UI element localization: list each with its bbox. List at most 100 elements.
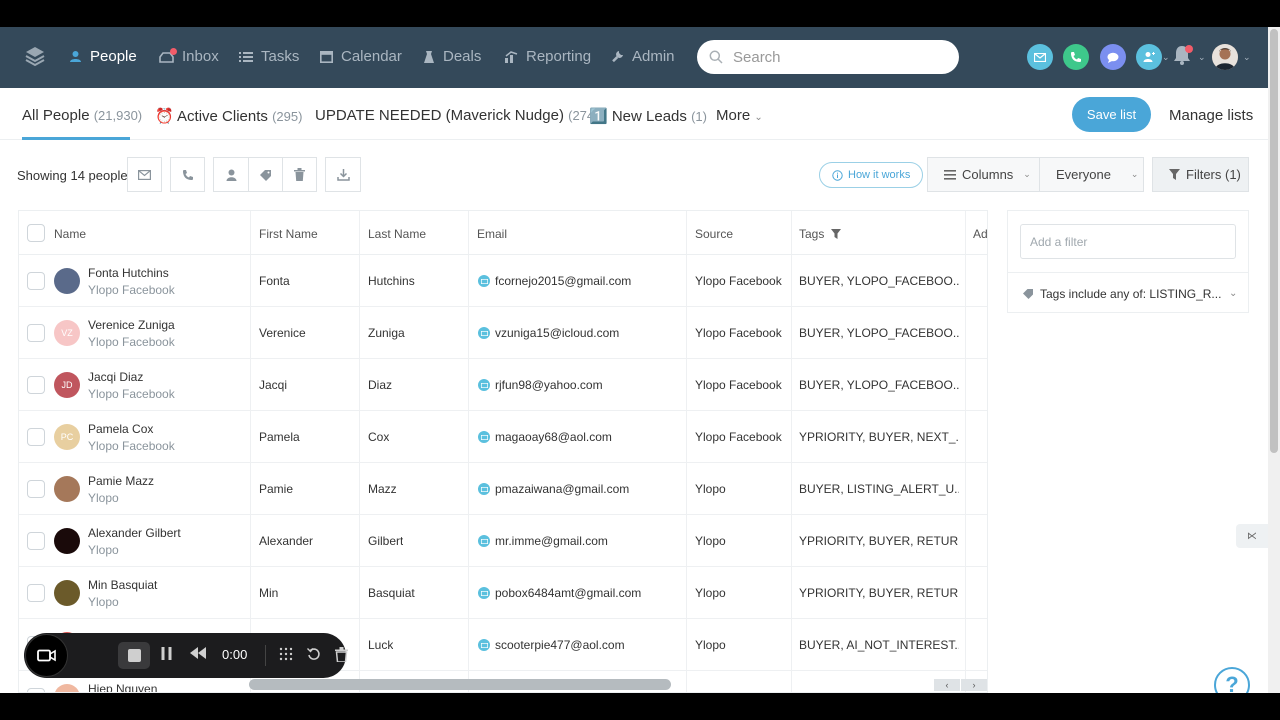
vertical-scrollbar[interactable]	[1268, 27, 1280, 693]
table-row[interactable]: VZ Verenice Zuniga Ylopo Facebook Verenice Z…	[19, 307, 987, 359]
email-cell[interactable]: vzuniga15@icloud.com	[495, 326, 619, 340]
header-name[interactable]: Name	[54, 227, 86, 241]
nav-people[interactable]: People	[69, 48, 137, 65]
manage-lists-link[interactable]: Manage lists	[1169, 107, 1253, 124]
select-all-checkbox[interactable]	[27, 224, 45, 242]
table-row[interactable]: Fonta Hutchins Ylopo Facebook Fonta Hutchin…	[19, 255, 987, 307]
email-action-button[interactable]	[1027, 44, 1053, 70]
row-checkbox[interactable]	[27, 272, 45, 290]
call-action-button[interactable]	[1063, 44, 1089, 70]
person-name[interactable]: Verenice Zuniga	[88, 318, 175, 332]
email-icon[interactable]	[478, 639, 490, 651]
bulk-email-button[interactable]	[127, 157, 162, 192]
chevron-down-icon[interactable]: ⌄	[1229, 288, 1237, 299]
email-cell[interactable]: fcornejo2015@gmail.com	[495, 274, 631, 288]
side-widget-tab[interactable]: ⋉	[1236, 524, 1268, 548]
person-name[interactable]: Jacqi Diaz	[88, 370, 143, 384]
assign-button[interactable]	[213, 157, 249, 192]
row-checkbox[interactable]	[27, 428, 45, 446]
email-icon[interactable]	[478, 431, 490, 443]
person-name[interactable]: Hiep Nguyen	[88, 682, 157, 692]
app-logo-icon[interactable]	[24, 45, 46, 72]
tab-active-clients[interactable]: ⏰ Active Clients (295)	[155, 107, 302, 125]
email-cell[interactable]: mr.imme@gmail.com	[495, 534, 608, 548]
email-cell[interactable]: pobox6484amt@gmail.com	[495, 586, 641, 600]
rewind-button[interactable]	[190, 647, 206, 659]
person-name[interactable]: Pamie Mazz	[88, 474, 154, 488]
row-checkbox[interactable]	[27, 480, 45, 498]
tab-new-leads[interactable]: 1️⃣ New Leads (1)	[589, 107, 707, 125]
everyone-dropdown[interactable]: Everyone ⌄	[1039, 157, 1144, 192]
nav-inbox[interactable]: Inbox	[159, 47, 219, 65]
email-icon[interactable]	[478, 327, 490, 339]
bulk-call-button[interactable]	[170, 157, 205, 192]
scroll-left-arrow-icon[interactable]: ‹	[934, 679, 960, 691]
email-icon[interactable]	[478, 275, 490, 287]
email-icon[interactable]	[478, 483, 490, 495]
nav-reporting[interactable]: Reporting	[505, 48, 591, 65]
avatar[interactable]	[54, 684, 80, 692]
chevron-down-icon[interactable]: ⌄	[1198, 52, 1206, 63]
table-row[interactable]: Min Basquiat Ylopo Min Basquiat pobox6484amt…	[19, 567, 987, 619]
user-avatar[interactable]	[1212, 44, 1238, 70]
delete-button[interactable]	[282, 157, 317, 192]
row-checkbox[interactable]	[27, 532, 45, 550]
person-name[interactable]: Fonta Hutchins	[88, 266, 169, 280]
email-cell[interactable]: magaoay68@aol.com	[495, 430, 612, 444]
email-cell[interactable]: pmazaiwana@gmail.com	[495, 482, 629, 496]
filter-rule-tags[interactable]: Tags include any of: LISTING_R... ⌄	[1008, 272, 1248, 314]
avatar[interactable]	[54, 580, 80, 606]
horizontal-scrollbar-thumb[interactable]	[249, 679, 671, 690]
avatar[interactable]	[54, 528, 80, 554]
camera-toggle-button[interactable]	[25, 634, 68, 677]
filters-toggle-button[interactable]: Filters (1)	[1152, 157, 1249, 192]
header-email[interactable]: Email	[477, 227, 507, 241]
table-row[interactable]: Pamie Mazz Ylopo Pamie Mazz pmazaiwana@gmail…	[19, 463, 987, 515]
avatar[interactable]	[54, 268, 80, 294]
header-last-name[interactable]: Last Name	[368, 227, 426, 241]
tab-update-needed[interactable]: UPDATE NEEDED (Maverick Nudge) (274)	[315, 107, 598, 124]
add-filter-input[interactable]	[1020, 224, 1236, 259]
vertical-scrollbar-thumb[interactable]	[1270, 29, 1278, 453]
table-row[interactable]: Alexander Gilbert Ylopo Alexander Gilbert mr…	[19, 515, 987, 567]
chat-action-button[interactable]	[1100, 44, 1126, 70]
avatar[interactable]: PC	[54, 424, 80, 450]
row-checkbox[interactable]	[27, 376, 45, 394]
header-address[interactable]: Ad	[973, 227, 987, 241]
person-name[interactable]: Pamela Cox	[88, 422, 153, 436]
discard-button[interactable]	[335, 647, 348, 662]
search-input[interactable]	[733, 48, 933, 66]
help-button[interactable]: ?	[1214, 667, 1250, 693]
email-cell[interactable]: scooterpie477@aol.com	[495, 638, 625, 652]
global-search[interactable]	[697, 40, 959, 74]
email-icon[interactable]	[478, 535, 490, 547]
chevron-down-icon[interactable]: ⌄	[1243, 52, 1251, 63]
pause-button[interactable]	[161, 647, 172, 660]
table-row[interactable]: JD Jacqi Diaz Ylopo Facebook Jacqi Diaz rjfun…	[19, 359, 987, 411]
export-button[interactable]	[325, 157, 361, 192]
email-icon[interactable]	[478, 587, 490, 599]
email-cell[interactable]: rjfun98@yahoo.com	[495, 378, 603, 392]
filter-icon[interactable]	[830, 229, 841, 239]
person-name[interactable]: Min Basquiat	[88, 578, 157, 592]
stop-recording-button[interactable]	[118, 642, 150, 669]
restart-button[interactable]	[307, 647, 321, 661]
columns-dropdown[interactable]: Columns ⌄	[927, 157, 1040, 192]
header-source[interactable]: Source	[695, 227, 733, 241]
row-checkbox[interactable]	[27, 688, 45, 692]
chevron-down-icon[interactable]: ⌄	[1162, 52, 1170, 63]
header-tags[interactable]: Tags	[799, 227, 841, 241]
tab-more[interactable]: More ⌄	[716, 107, 763, 124]
tag-button[interactable]	[248, 157, 283, 192]
how-it-works-button[interactable]: How it works	[819, 162, 924, 188]
row-checkbox[interactable]	[27, 324, 45, 342]
header-first-name[interactable]: First Name	[259, 227, 318, 241]
save-list-button[interactable]: Save list	[1072, 97, 1151, 132]
nav-deals[interactable]: Deals	[423, 48, 481, 65]
nav-calendar[interactable]: Calendar	[320, 48, 402, 65]
tab-all-people[interactable]: All People (21,930)	[22, 107, 142, 124]
scroll-right-arrow-icon[interactable]: ›	[961, 679, 987, 691]
email-icon[interactable]	[478, 379, 490, 391]
avatar[interactable]	[54, 476, 80, 502]
table-row[interactable]: PC Pamela Cox Ylopo Facebook Pamela Cox magao…	[19, 411, 987, 463]
